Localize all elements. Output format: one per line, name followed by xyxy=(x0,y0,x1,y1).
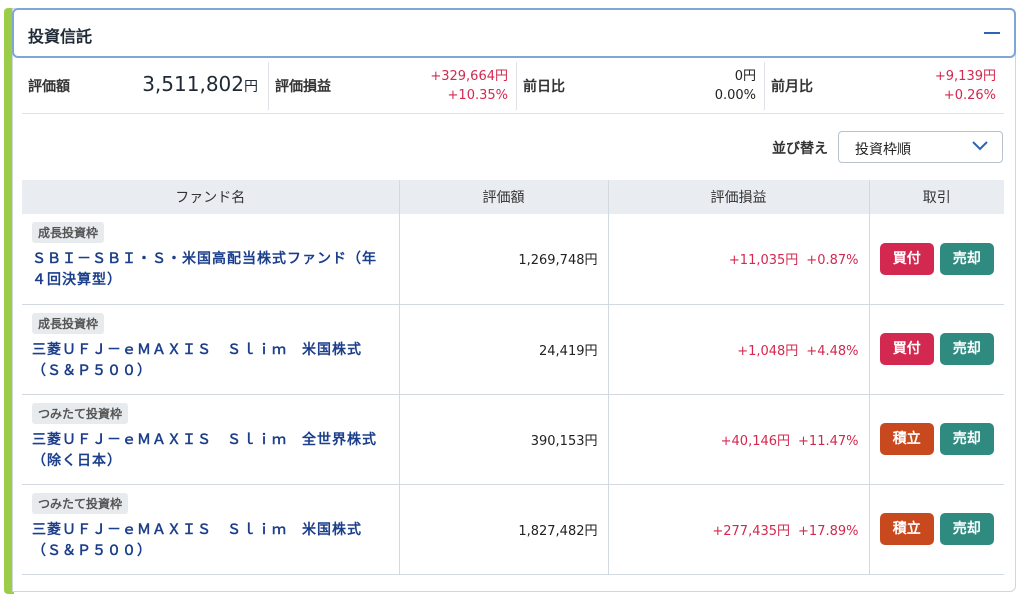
sell-button[interactable]: 売却 xyxy=(939,423,994,455)
tsumitate-button[interactable]: 積立 xyxy=(879,513,934,545)
action-cell: 積立 売却 xyxy=(869,394,1004,485)
header-fund-name: ファンド名 xyxy=(22,180,400,214)
fund-table: ファンド名 評価額 評価損益 取引 成長投資枠 ＳＢＩ－ＳＢＩ・Ｓ・米国高配当株… xyxy=(22,180,1004,575)
valuation-cell: 1,269,748円 xyxy=(399,214,609,305)
month-amount: +9,139円 xyxy=(934,69,996,84)
account-badge: 成長投資枠 xyxy=(32,312,105,334)
fund-name-link[interactable]: 三菱ＵＦＪ－ｅＭＡＸＩＳ Ｓｌｉｍ 米国株式（Ｓ＆Ｐ５００） xyxy=(32,520,389,562)
header-pl: 評価損益 xyxy=(608,180,870,214)
fund-cell: 成長投資枠 三菱ＵＦＪ－ｅＭＡＸＩＳ Ｓｌｉｍ 米国株式（Ｓ＆Ｐ５００） xyxy=(22,304,400,395)
action-cell: 積立 売却 xyxy=(869,484,1004,575)
sell-button[interactable]: 売却 xyxy=(939,333,994,365)
account-badge: つみたて投資枠 xyxy=(32,402,129,424)
tsumitate-button[interactable]: 積立 xyxy=(879,423,934,455)
summary-month: 前月比 +9,139円 +0.26% xyxy=(764,62,1004,110)
sell-button[interactable]: 売却 xyxy=(939,242,994,275)
panel-title: 投資信託 xyxy=(28,27,93,46)
valuation-label: 評価額 xyxy=(28,79,70,95)
fund-cell: 成長投資枠 ＳＢＩ－ＳＢＩ・Ｓ・米国高配当株式ファンド（年４回決算型） xyxy=(22,214,400,305)
header-valuation: 評価額 xyxy=(399,180,609,214)
month-label: 前月比 xyxy=(771,79,813,95)
chevron-down-icon xyxy=(972,141,988,151)
sell-button[interactable]: 売却 xyxy=(939,513,994,545)
action-cell: 買付 売却 xyxy=(869,214,1004,305)
sort-select[interactable]: 投資枠順 xyxy=(838,131,1003,163)
summary-bar: 評価額 3,511,802円 評価損益 +329,664円 +10.35% 前日… xyxy=(22,62,1004,114)
summary-day: 前日比 0円 0.00% xyxy=(516,62,764,110)
pl-pct: +10.35% xyxy=(447,88,508,103)
pl-label: 評価損益 xyxy=(275,79,331,95)
pl-cell: +11,035円 +0.87% xyxy=(608,214,870,305)
valuation-cell: 1,827,482円 xyxy=(399,484,609,575)
account-badge: 成長投資枠 xyxy=(32,222,105,243)
buy-button[interactable]: 買付 xyxy=(879,333,934,365)
sort-label: 並び替え xyxy=(772,141,828,157)
table-row: 成長投資枠 三菱ＵＦＪ－ｅＭＡＸＩＳ Ｓｌｉｍ 米国株式（Ｓ＆Ｐ５００） 24,… xyxy=(22,304,1004,395)
summary-valuation: 評価額 3,511,802円 xyxy=(22,62,266,110)
pl-cell: +40,146円 +11.47% xyxy=(608,394,870,485)
action-cell: 買付 売却 xyxy=(869,304,1004,395)
day-label: 前日比 xyxy=(523,79,565,95)
fund-name-link[interactable]: ＳＢＩ－ＳＢＩ・Ｓ・米国高配当株式ファンド（年４回決算型） xyxy=(32,249,389,291)
pl-amount: +329,664円 xyxy=(430,69,508,84)
table-header-row: ファンド名 評価額 評価損益 取引 xyxy=(22,180,1004,214)
fund-name-link[interactable]: 三菱ＵＦＪ－ｅＭＡＸＩＳ Ｓｌｉｍ 米国株式（Ｓ＆Ｐ５００） xyxy=(32,340,389,382)
table-row: つみたて投資枠 三菱ＵＦＪ－ｅＭＡＸＩＳ Ｓｌｉｍ 全世界株式（除く日本） 39… xyxy=(22,394,1004,485)
fund-cell: つみたて投資枠 三菱ＵＦＪ－ｅＭＡＸＩＳ Ｓｌｉｍ 全世界株式（除く日本） xyxy=(22,394,400,485)
sort-selected: 投資枠順 xyxy=(855,142,911,158)
pl-cell: +277,435円 +17.89% xyxy=(608,484,870,575)
pl-cell: +1,048円 +4.48% xyxy=(608,304,870,395)
day-amount: 0円 xyxy=(734,69,756,84)
valuation-value: 3,511,802円 xyxy=(142,72,258,96)
valuation-cell: 24,419円 xyxy=(399,304,609,395)
table-row: 成長投資枠 ＳＢＩ－ＳＢＩ・Ｓ・米国高配当株式ファンド（年４回決算型） 1,26… xyxy=(22,214,1004,305)
minus-icon[interactable] xyxy=(984,32,1000,34)
table-row: つみたて投資枠 三菱ＵＦＪ－ｅＭＡＸＩＳ Ｓｌｉｍ 米国株式（Ｓ＆Ｐ５００） 1… xyxy=(22,484,1004,575)
header-trade: 取引 xyxy=(869,180,1004,214)
month-pct: +0.26% xyxy=(943,88,996,103)
panel-header: 投資信託 xyxy=(12,8,1016,58)
summary-pl: 評価損益 +329,664円 +10.35% xyxy=(268,62,516,110)
account-badge: つみたて投資枠 xyxy=(32,492,129,514)
valuation-cell: 390,153円 xyxy=(399,394,609,485)
day-pct: 0.00% xyxy=(714,88,756,103)
fund-name-link[interactable]: 三菱ＵＦＪ－ｅＭＡＸＩＳ Ｓｌｉｍ 全世界株式（除く日本） xyxy=(32,430,389,472)
buy-button[interactable]: 買付 xyxy=(879,242,934,275)
fund-cell: つみたて投資枠 三菱ＵＦＪ－ｅＭＡＸＩＳ Ｓｌｉｍ 米国株式（Ｓ＆Ｐ５００） xyxy=(22,484,400,575)
